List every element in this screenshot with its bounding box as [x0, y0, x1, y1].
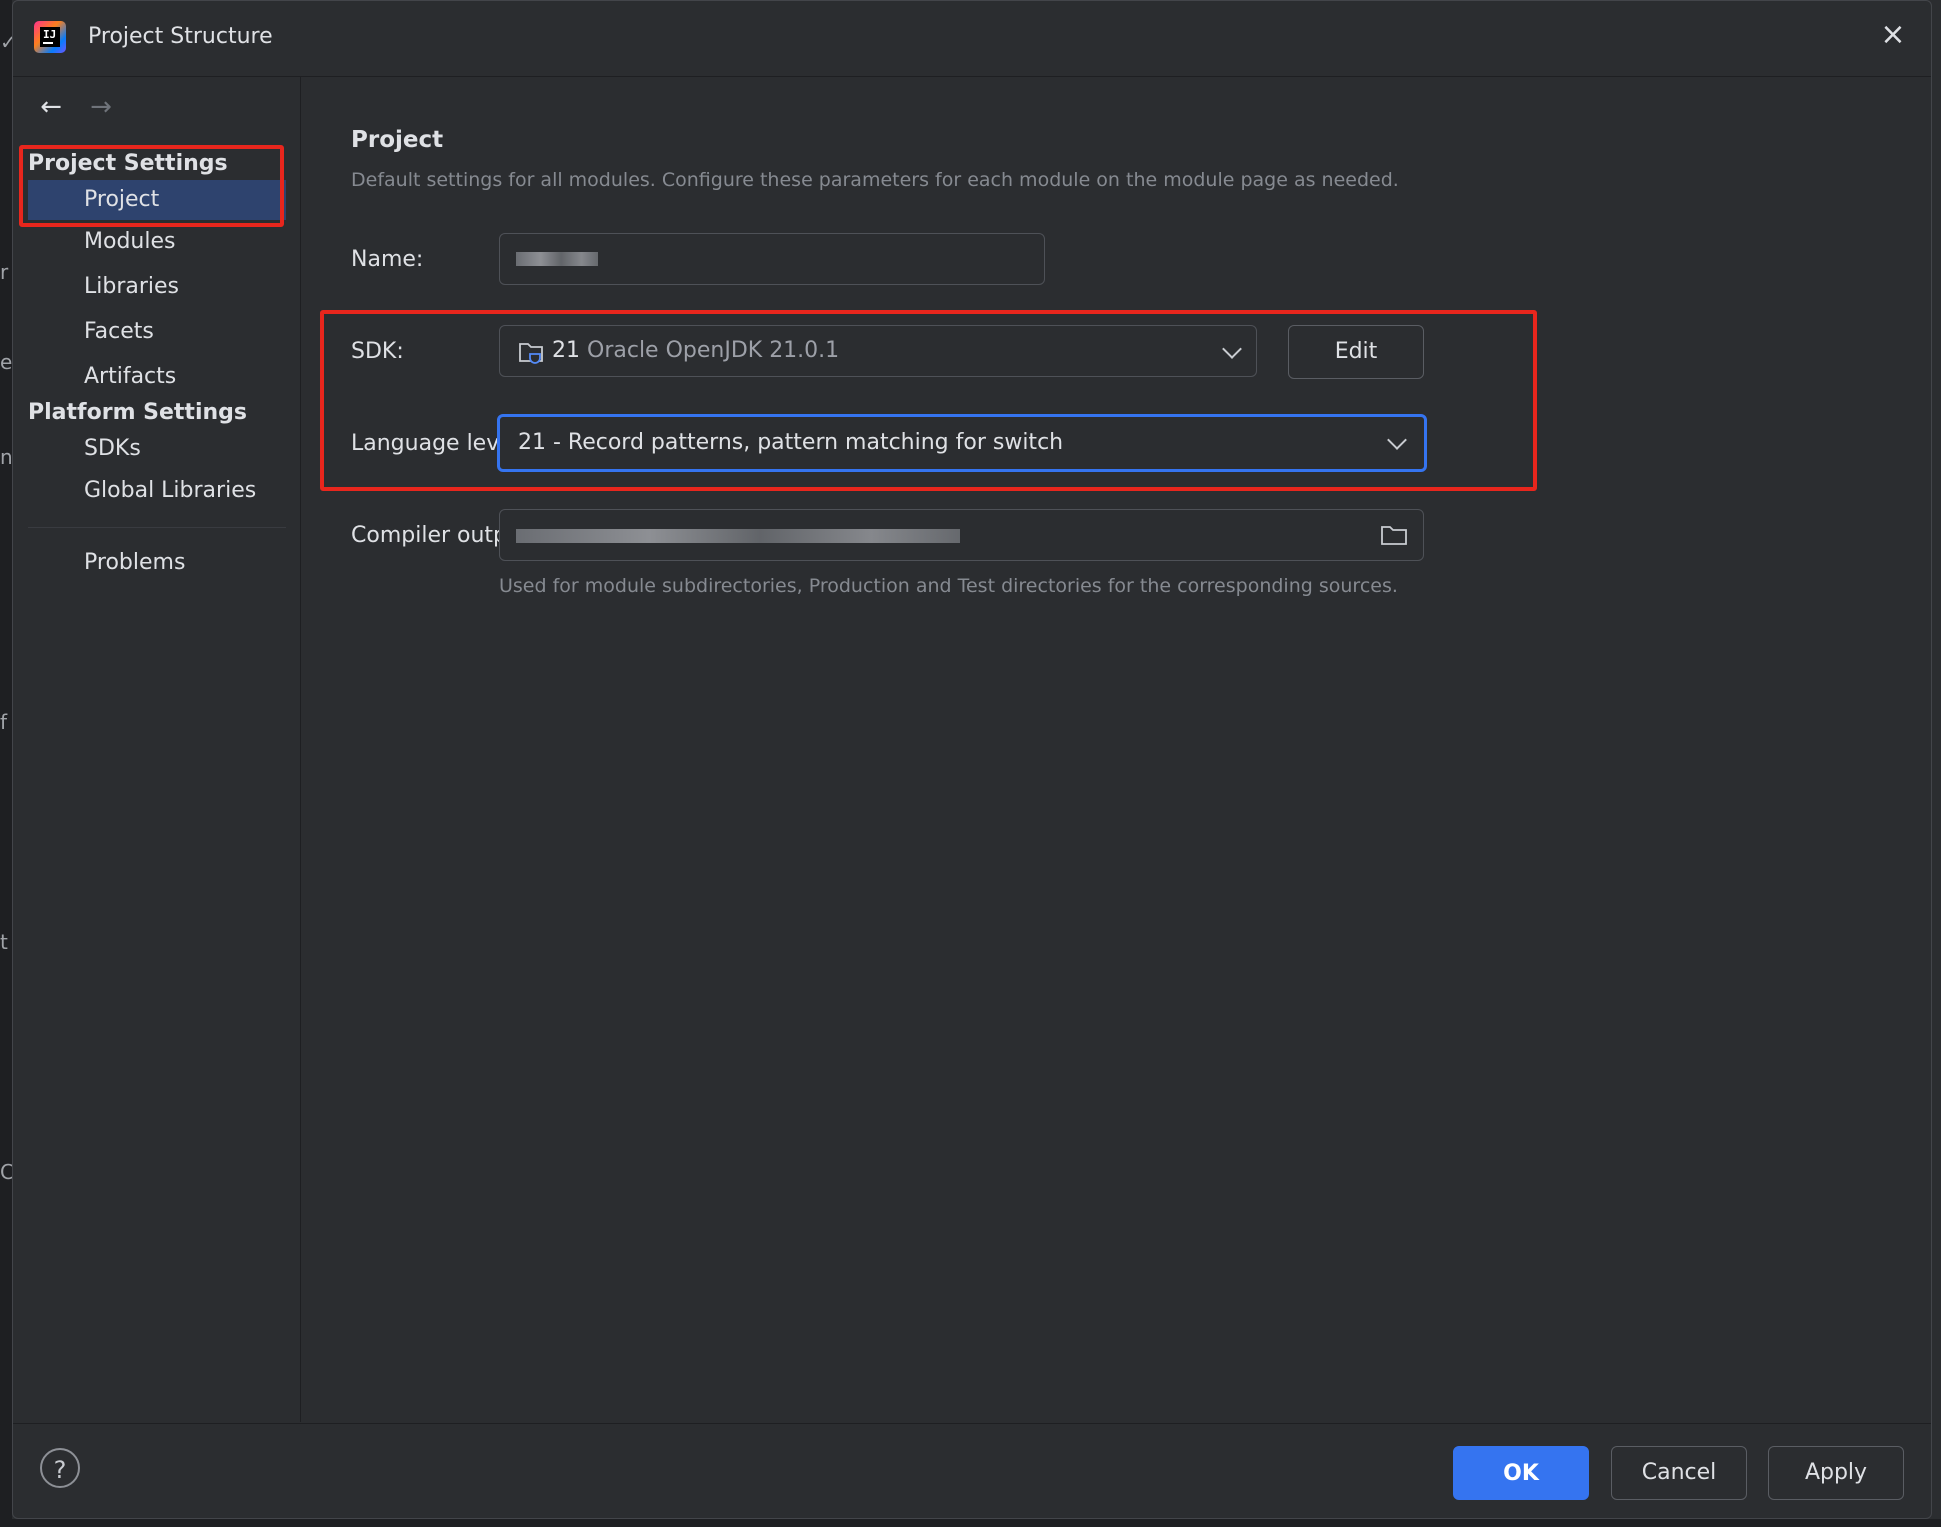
- close-icon[interactable]: ×: [1875, 17, 1911, 53]
- highlight-box-sdk-language: [320, 310, 1537, 491]
- sidebar-item-artifacts[interactable]: Artifacts: [28, 357, 286, 397]
- name-label: Name:: [351, 247, 424, 272]
- background-text-fragment: C: [0, 1160, 12, 1184]
- main-panel: Project Default settings for all modules…: [301, 77, 1931, 1422]
- redacted-name-value: [516, 252, 598, 266]
- background-text-fragment: n: [0, 445, 12, 469]
- project-structure-dialog: IJ Project Structure × ← → Project Setti…: [12, 0, 1932, 1519]
- back-arrow-icon[interactable]: ←: [35, 91, 67, 123]
- intellij-logo-icon: IJ: [34, 21, 66, 53]
- folder-icon[interactable]: [1380, 523, 1408, 547]
- name-field[interactable]: [499, 233, 1045, 285]
- background-text-fragment: f: [0, 710, 8, 734]
- sidebar-item-facets[interactable]: Facets: [28, 312, 286, 352]
- page-title: Project: [351, 127, 444, 153]
- dialog-footer: ? OK Cancel Apply: [13, 1423, 1931, 1521]
- platform-settings-header: Platform Settings: [28, 400, 247, 425]
- compiler-output-field[interactable]: [499, 509, 1424, 561]
- sidebar-item-sdks[interactable]: SDKs: [28, 429, 286, 469]
- background-app-strip: ✓ r e n f t C: [0, 0, 12, 1527]
- background-text-fragment: e: [0, 350, 12, 374]
- help-icon[interactable]: ?: [40, 1448, 80, 1488]
- sidebar-item-modules[interactable]: Modules: [28, 222, 286, 262]
- sidebar: ← → Project Settings Project Modules Lib…: [13, 77, 301, 1422]
- background-text-fragment: t: [0, 930, 8, 954]
- forward-arrow-icon[interactable]: →: [85, 91, 117, 123]
- compiler-output-hint: Used for module subdirectories, Producti…: [499, 575, 1398, 597]
- sidebar-divider: [28, 527, 286, 528]
- ok-button[interactable]: OK: [1453, 1446, 1589, 1500]
- background-text-fragment: r: [0, 260, 9, 284]
- page-description: Default settings for all modules. Config…: [351, 169, 1399, 191]
- sidebar-item-libraries[interactable]: Libraries: [28, 267, 286, 307]
- cancel-button[interactable]: Cancel: [1611, 1446, 1747, 1500]
- dialog-title: Project Structure: [88, 24, 273, 49]
- apply-button[interactable]: Apply: [1768, 1446, 1904, 1500]
- redacted-compiler-output-path: [516, 529, 960, 543]
- sidebar-item-global-libraries[interactable]: Global Libraries: [28, 471, 286, 511]
- title-bar: IJ Project Structure ×: [13, 1, 1931, 77]
- background-text-fragment: ✓: [0, 30, 12, 54]
- highlight-box-project-settings: [19, 145, 284, 227]
- sidebar-item-problems[interactable]: Problems: [28, 543, 286, 583]
